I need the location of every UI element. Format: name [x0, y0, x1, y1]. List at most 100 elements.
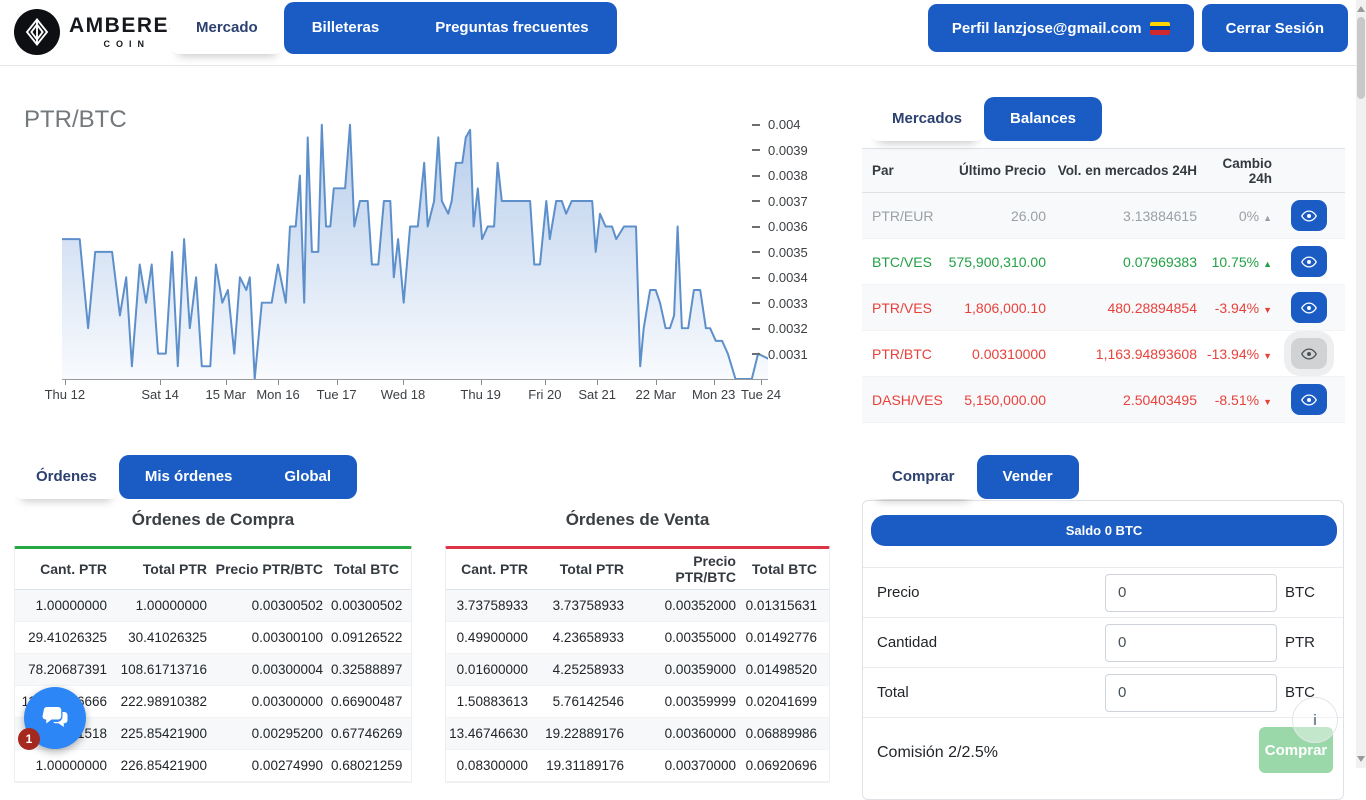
eye-view-button[interactable] — [1291, 292, 1327, 323]
orders-inactive-tabs: Mis órdenes Global — [119, 455, 357, 499]
x-axis-tick — [481, 380, 482, 385]
order-value-cell: 0.00352000 — [632, 598, 744, 613]
scrollbar-up-icon[interactable] — [1357, 6, 1365, 12]
order-value-cell: 0.49900000 — [446, 630, 536, 645]
eye-view-button[interactable] — [1291, 384, 1327, 415]
total-field-row: Total BTC — [863, 667, 1343, 717]
tab-vender[interactable]: Vender — [977, 455, 1079, 499]
profile-button[interactable]: Perfil lanzjose@gmail.com — [928, 4, 1194, 52]
page-scrollbar[interactable] — [1356, 0, 1366, 768]
markets-table: Par Último Precio Vol. en mercados 24H C… — [862, 148, 1345, 423]
order-row: 1.00000000226.854219000.002749900.680212… — [15, 750, 411, 782]
order-value-cell: 0.00359999 — [632, 694, 744, 709]
brand-logo[interactable]: AMBERES COIN — [14, 9, 185, 55]
market-row-dash-ves: DASH/VES5,150,000.002.50403495-8.51%▼ — [862, 377, 1345, 423]
order-row: 0.499000004.236589330.003550000.01492776 — [446, 622, 829, 654]
y-axis-label: 0.004 — [752, 117, 801, 133]
chart-plot-area[interactable] — [62, 112, 768, 380]
logout-button[interactable]: Cerrar Sesión — [1202, 4, 1348, 52]
order-row: 0.016000004.252589330.003590000.01498520 — [446, 654, 829, 686]
balance-button[interactable]: Saldo 0 BTC — [871, 515, 1337, 546]
tab-billeteras[interactable]: Billeteras — [284, 2, 408, 54]
y-axis-label: 0.0032 — [752, 321, 808, 337]
x-axis-label: Tue 17 — [317, 387, 357, 402]
order-value-cell: 0.00359000 — [632, 662, 744, 677]
tab-comprar[interactable]: Comprar — [870, 455, 977, 499]
volume-24h-cell: 2.50403495 — [1046, 392, 1197, 408]
order-column-header: Precio PTR/BTC — [632, 553, 744, 585]
main-nav-inactive-tabs: Billeteras Preguntas frecuentes — [284, 2, 617, 54]
order-value-cell: 0.01492776 — [744, 630, 825, 645]
change-24h-cell: 10.75%▲ — [1197, 254, 1272, 270]
main-nav-tabs: Mercado Billeteras Preguntas frecuentes — [170, 2, 617, 54]
order-value-cell: 78.20687391 — [15, 662, 115, 677]
x-axis-label: Thu 12 — [45, 387, 85, 402]
order-value-cell: 0.06920696 — [744, 758, 825, 773]
chat-notification-badge: 1 — [18, 728, 40, 750]
x-axis-label: Sat 21 — [578, 387, 616, 402]
commission-row: Comisión 2/2.5% i Comprar — [863, 717, 1343, 787]
order-value-cell: 0.01315631 — [744, 598, 825, 613]
order-value-cell: 3.73758933 — [446, 598, 536, 613]
x-axis-label: Sat 14 — [141, 387, 179, 402]
orders-tabs: Órdenes Mis órdenes Global — [14, 455, 357, 499]
order-value-cell: 222.98910382 — [115, 694, 215, 709]
order-value-cell: 0.00300000 — [215, 694, 331, 709]
tab-ordenes[interactable]: Órdenes — [14, 455, 119, 499]
x-axis-tick — [337, 380, 338, 385]
tab-mercados[interactable]: Mercados — [870, 97, 984, 141]
x-axis-label: Wed 18 — [381, 387, 426, 402]
total-input[interactable] — [1105, 674, 1277, 712]
order-value-cell: 19.22889176 — [536, 726, 632, 741]
order-value-cell: 0.09126522 — [331, 630, 407, 645]
order-row: 1.000000001.000000000.003005020.00300502 — [15, 590, 411, 622]
market-row-ptr-btc: PTR/BTC0.003100001,163.94893608-13.94%▼ — [862, 331, 1345, 377]
quantity-input[interactable] — [1105, 624, 1277, 662]
markets-table-body: PTR/EUR26.003.138846150%▲BTC/VES575,900,… — [862, 193, 1345, 423]
order-column-header: Total PTR — [115, 561, 215, 577]
order-column-header: Cant. PTR — [446, 561, 536, 577]
buy-orders-table: Cant. PTRTotal PTRPrecio PTR/BTCTotal BT… — [14, 546, 412, 783]
eye-icon — [1300, 207, 1318, 225]
order-value-cell: 1.50883613 — [446, 694, 536, 709]
price-input[interactable] — [1105, 574, 1277, 612]
price-field-row: Precio BTC — [863, 567, 1343, 617]
tab-preguntas-frecuentes[interactable]: Preguntas frecuentes — [407, 2, 616, 54]
order-value-cell: 0.00360000 — [632, 726, 744, 741]
info-icon[interactable]: i — [1292, 697, 1338, 743]
logout-label: Cerrar Sesión — [1226, 20, 1324, 37]
order-column-header: Total BTC — [744, 561, 825, 577]
tab-global[interactable]: Global — [258, 455, 357, 499]
sell-orders-table: Cant. PTRTotal PTRPrecio PTR/BTCTotal BT… — [445, 546, 830, 783]
chart-area-fill — [62, 125, 768, 379]
order-row: 78.20687391108.617137160.003000040.32588… — [15, 654, 411, 686]
tab-mercado[interactable]: Mercado — [170, 2, 284, 54]
eye-view-button[interactable] — [1291, 338, 1327, 369]
eye-view-button[interactable] — [1291, 246, 1327, 277]
markets-table-header: Par Último Precio Vol. en mercados 24H C… — [862, 148, 1345, 193]
scrollbar-down-icon[interactable] — [1357, 756, 1365, 762]
arrow-down-icon: ▼ — [1263, 397, 1272, 407]
last-price-cell: 575,900,310.00 — [938, 254, 1046, 270]
order-value-cell: 3.73758933 — [536, 598, 632, 613]
order-value-cell: 0.01498520 — [744, 662, 825, 677]
scrollbar-thumb[interactable] — [1357, 17, 1365, 99]
x-axis-label: 22 Mar — [636, 387, 676, 402]
arrow-down-icon: ▼ — [1263, 351, 1272, 361]
volume-24h-cell: 0.07969383 — [1046, 254, 1197, 270]
top-navigation-bar: AMBERES COIN Mercado Billeteras Pregunta… — [0, 0, 1366, 66]
order-row: 29.4102632530.410263250.003001000.091265… — [15, 622, 411, 654]
x-axis-tick — [403, 380, 404, 385]
y-axis-label: 0.0031 — [752, 346, 808, 362]
chart-area-svg — [62, 112, 768, 379]
order-value-cell: 0.00300502 — [331, 598, 407, 613]
x-axis-label: Fri 20 — [528, 387, 561, 402]
tab-mis-ordenes[interactable]: Mis órdenes — [119, 455, 259, 499]
pair-cell: PTR/EUR — [862, 208, 938, 224]
markets-balances-tabs: Mercados Balances — [870, 97, 1102, 141]
tab-balances[interactable]: Balances — [984, 97, 1102, 141]
eye-icon — [1300, 253, 1318, 271]
eye-view-button[interactable] — [1291, 200, 1327, 231]
order-column-header: Cant. PTR — [15, 561, 115, 577]
x-axis-tick — [160, 380, 161, 385]
